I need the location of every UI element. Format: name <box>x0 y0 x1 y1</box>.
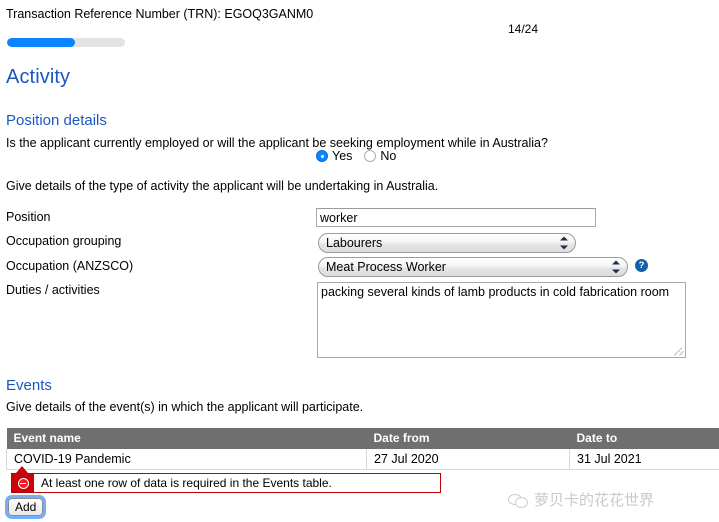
chevron-updown-icon <box>560 236 568 250</box>
label-position: Position <box>6 210 51 224</box>
occupation-grouping-select[interactable]: Labourers <box>318 233 576 253</box>
position-input[interactable] <box>316 208 596 227</box>
label-occupation-grouping: Occupation grouping <box>6 234 122 248</box>
cell-date-to: 31 Jul 2021 <box>569 449 719 470</box>
radio-no-label: No <box>380 149 397 163</box>
error-icon-container <box>12 474 34 492</box>
wechat-icon <box>508 492 528 508</box>
cell-date-from: 27 Jul 2020 <box>366 449 570 470</box>
employment-radio-group[interactable]: Yes No <box>316 149 404 163</box>
events-intro-text: Give details of the event(s) in which th… <box>6 400 364 414</box>
transaction-reference-number: Transaction Reference Number (TRN): EGOQ… <box>6 7 314 21</box>
form-page: Transaction Reference Number (TRN): EGOQ… <box>0 0 719 522</box>
error-callout-arrow <box>16 466 28 473</box>
label-occupation-anzsco: Occupation (ANZSCO) <box>6 259 134 273</box>
occupation-grouping-value: Labourers <box>326 236 383 250</box>
duties-activities-textarea[interactable] <box>317 282 686 358</box>
page-counter: 14/24 <box>508 22 539 36</box>
add-button[interactable]: Add <box>8 498 44 516</box>
radio-no[interactable] <box>364 150 377 162</box>
column-header-date-to: Date to <box>569 428 719 449</box>
help-icon[interactable]: ? <box>635 259 648 272</box>
chevron-updown-icon <box>612 260 620 274</box>
radio-yes[interactable] <box>316 150 328 162</box>
watermark-text: 萝贝卡的花花世界 <box>534 491 655 509</box>
position-details-heading: Position details <box>6 112 107 129</box>
table-row[interactable]: COVID-19 Pandemic 27 Jul 2020 31 Jul 202… <box>6 449 719 470</box>
error-icon <box>17 477 29 489</box>
table-header-row: Event name Date from Date to <box>6 428 719 449</box>
error-message-text: At least one row of data is required in … <box>41 476 332 490</box>
radio-yes-label: Yes <box>332 149 353 163</box>
column-header-event-name: Event name <box>6 428 367 449</box>
activity-details-intro: Give details of the type of activity the… <box>6 179 439 193</box>
employment-question-text: Is the applicant currently employed or w… <box>6 136 548 150</box>
watermark: 萝贝卡的花花世界 <box>508 489 654 510</box>
column-header-date-from: Date from <box>366 428 570 449</box>
cell-event-name: COVID-19 Pandemic <box>6 449 367 470</box>
page-title: Activity <box>6 66 71 88</box>
occupation-anzsco-select[interactable]: Meat Process Worker <box>318 257 628 277</box>
progress-bar-fill <box>7 38 76 47</box>
label-duties-activities: Duties / activities <box>6 283 100 297</box>
progress-bar <box>7 38 125 47</box>
events-table: Event name Date from Date to COVID-19 Pa… <box>6 428 719 470</box>
events-heading: Events <box>6 377 52 394</box>
events-error-banner: At least one row of data is required in … <box>11 473 441 493</box>
occupation-anzsco-value: Meat Process Worker <box>326 260 446 274</box>
